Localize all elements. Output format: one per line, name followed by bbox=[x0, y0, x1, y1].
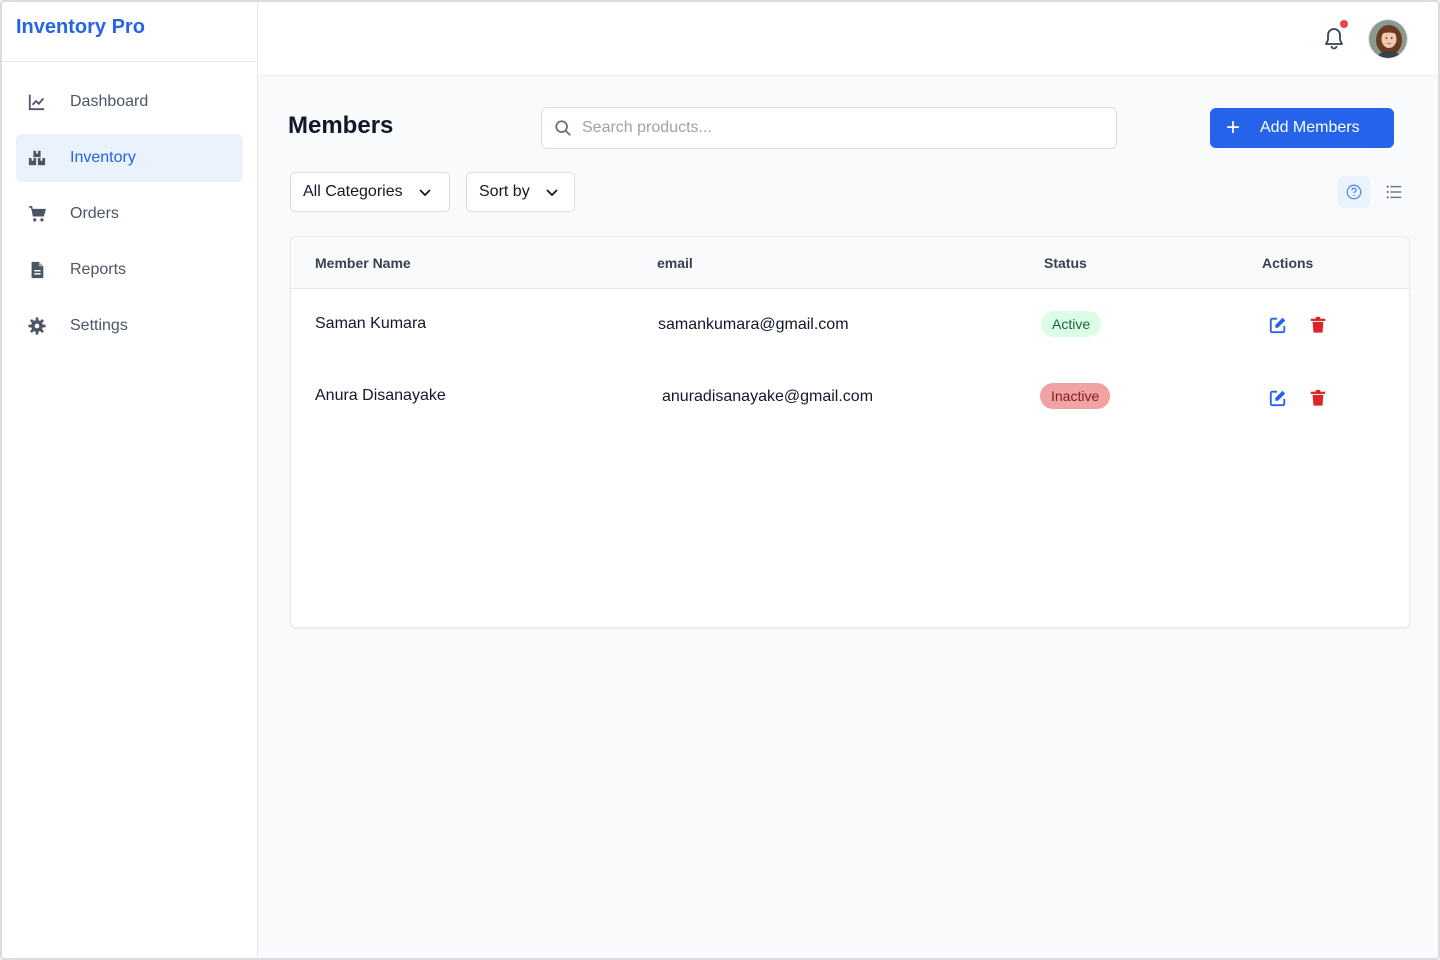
sidebar-item-inventory[interactable]: Inventory bbox=[16, 134, 243, 182]
column-header-member-name[interactable]: Member Name bbox=[315, 255, 411, 271]
list-view-button[interactable] bbox=[1378, 176, 1410, 208]
status-badge: Inactive bbox=[1040, 383, 1111, 409]
member-name: Anura Disanayake bbox=[315, 387, 446, 404]
member-email: anuradisanayake@gmail.com bbox=[662, 388, 874, 405]
sidebar-item-label: Reports bbox=[70, 261, 127, 278]
add-members-label: Add Members bbox=[1260, 119, 1360, 136]
column-header-actions: Actions bbox=[1262, 255, 1314, 271]
sidebar-item-orders[interactable]: Orders bbox=[16, 190, 243, 238]
category-dropdown[interactable]: All Categories bbox=[290, 172, 450, 212]
category-dropdown-value: All Categories bbox=[303, 183, 403, 200]
sidebar-nav: Dashboard Inventory Orders Reports Setti… bbox=[2, 62, 257, 350]
cart-icon bbox=[26, 203, 48, 225]
search-icon bbox=[555, 120, 571, 136]
page-title: Members bbox=[288, 112, 394, 139]
list-view-icon bbox=[1386, 185, 1402, 199]
sidebar-item-label: Inventory bbox=[70, 149, 136, 166]
search-input[interactable] bbox=[582, 113, 1082, 143]
edit-icon bbox=[1269, 390, 1286, 407]
grid-view-icon bbox=[1346, 184, 1362, 200]
avatar[interactable] bbox=[1368, 19, 1408, 59]
app-window: Inventory Pro Dashboard Inventory Orders bbox=[0, 0, 1440, 960]
brand-logo[interactable]: Inventory Pro bbox=[2, 2, 257, 62]
sidebar-item-settings[interactable]: Settings bbox=[16, 302, 243, 350]
grid-view-button[interactable] bbox=[1338, 176, 1370, 208]
sidebar-item-label: Dashboard bbox=[70, 93, 149, 110]
edit-icon bbox=[1269, 317, 1286, 334]
sidebar-item-dashboard[interactable]: Dashboard bbox=[16, 78, 243, 126]
column-header-email[interactable]: email bbox=[657, 255, 693, 271]
delete-button[interactable] bbox=[1309, 389, 1329, 409]
search-box[interactable] bbox=[541, 107, 1117, 149]
gear-icon bbox=[26, 315, 48, 337]
sort-dropdown-value: Sort by bbox=[479, 183, 530, 200]
edit-button[interactable] bbox=[1269, 316, 1289, 336]
table-row: Saman Kumara samankumara@gmail.com Activ… bbox=[291, 289, 1409, 362]
main-content: Members + Add Members All Categories Sor… bbox=[258, 76, 1438, 958]
chart-line-icon bbox=[26, 91, 48, 113]
sidebar-item-label: Orders bbox=[70, 205, 119, 222]
notification-button[interactable] bbox=[1322, 20, 1348, 52]
sidebar: Inventory Pro Dashboard Inventory Orders bbox=[2, 2, 258, 958]
sort-dropdown[interactable]: Sort by bbox=[466, 172, 575, 212]
trash-icon bbox=[1310, 316, 1326, 333]
delete-button[interactable] bbox=[1309, 316, 1329, 336]
topbar bbox=[258, 2, 1438, 76]
file-icon bbox=[26, 259, 48, 281]
member-email: samankumara@gmail.com bbox=[658, 316, 849, 333]
edit-button[interactable] bbox=[1269, 389, 1289, 409]
table-header: Member Name email Status Actions bbox=[291, 237, 1409, 289]
members-table: Member Name email Status Actions Saman K… bbox=[290, 236, 1410, 628]
plus-icon: + bbox=[1225, 114, 1240, 141]
member-name: Saman Kumara bbox=[315, 315, 427, 332]
trash-icon bbox=[1310, 389, 1326, 406]
notification-dot bbox=[1340, 20, 1348, 28]
column-header-status[interactable]: Status bbox=[1044, 255, 1087, 271]
add-members-button[interactable]: + Add Members bbox=[1210, 108, 1394, 148]
chevron-down-icon bbox=[418, 189, 431, 197]
table-row: Anura Disanayake anuradisanayake@gmail.c… bbox=[291, 362, 1409, 435]
sidebar-item-reports[interactable]: Reports bbox=[16, 246, 243, 294]
boxes-icon bbox=[26, 147, 48, 169]
bell-icon bbox=[1325, 28, 1343, 50]
chevron-down-icon bbox=[546, 189, 558, 197]
user-avatar-image bbox=[1369, 20, 1407, 58]
sidebar-item-label: Settings bbox=[70, 317, 128, 334]
status-badge: Active bbox=[1041, 311, 1102, 337]
